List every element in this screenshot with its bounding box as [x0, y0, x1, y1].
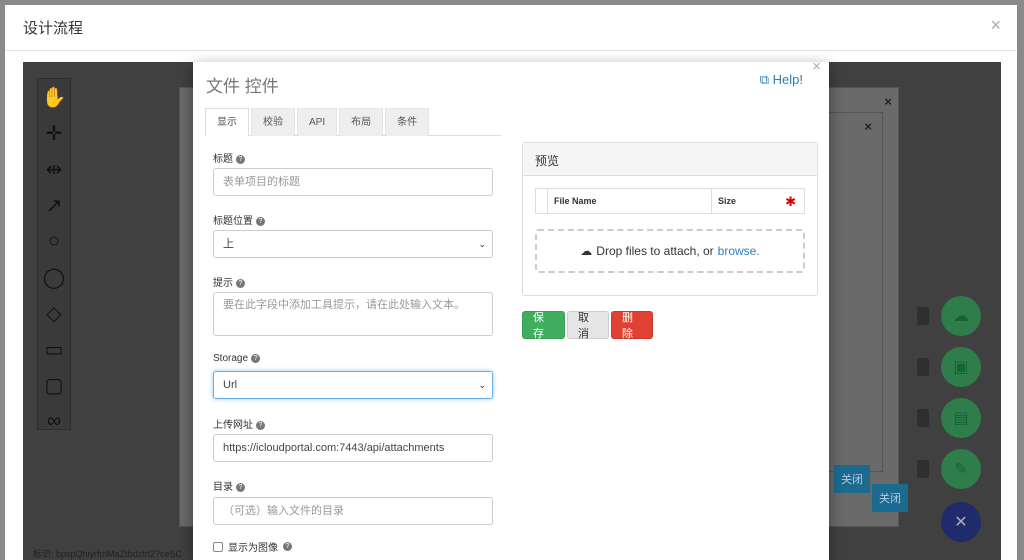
file-name-column: File Name: [548, 189, 712, 213]
side-handle: [917, 409, 929, 427]
title-position-label: 标题位置?: [213, 212, 265, 227]
upload-url-input[interactable]: https://icloudportal.com:7443/api/attach…: [213, 434, 493, 462]
dialog-title: 文件 控件: [206, 77, 279, 96]
connect-tool-icon[interactable]: ↗: [38, 187, 70, 223]
chevron-down-icon: ⌄: [478, 380, 486, 390]
help-icon[interactable]: ?: [236, 483, 245, 492]
dialog-close-icon[interactable]: ×: [812, 58, 821, 75]
background-close-button[interactable]: 关闭: [872, 484, 908, 512]
tab-api[interactable]: API: [297, 108, 338, 136]
help-link[interactable]: ⧉ Help!: [760, 72, 803, 88]
size-column: Size ✱: [718, 194, 796, 209]
subprocess-icon[interactable]: ▢: [38, 367, 70, 403]
drop-text: Drop files to attach, or: [596, 244, 714, 258]
tab-bar: 显示 校验 API 布局 条件: [205, 108, 501, 136]
tooltip-label: 提示?: [213, 274, 245, 289]
close-circle-icon[interactable]: ✕: [941, 502, 981, 542]
help-icon[interactable]: ?: [236, 155, 245, 164]
title-label: 标题?: [213, 150, 245, 165]
help-icon[interactable]: ?: [256, 421, 265, 430]
directory-input[interactable]: （可选）输入文件的目录: [213, 497, 493, 525]
outer-title: 设计流程: [23, 20, 84, 37]
tab-display[interactable]: 显示: [205, 108, 249, 136]
side-handle: [917, 307, 929, 325]
gateway-icon[interactable]: ◇: [38, 295, 70, 331]
link-icon[interactable]: ∞: [38, 403, 70, 439]
task-icon[interactable]: ▭: [38, 331, 70, 367]
tab-layout[interactable]: 布局: [339, 108, 384, 136]
background-inner-close-button[interactable]: 关闭: [834, 465, 870, 493]
cancel-button[interactable]: 取消: [567, 311, 609, 340]
help-icon[interactable]: ?: [256, 217, 265, 226]
tab-validation[interactable]: 校验: [251, 108, 295, 136]
save-icon[interactable]: ▣: [941, 347, 981, 387]
browse-link[interactable]: browse.: [718, 244, 760, 258]
preview-panel: 预览 File Name Size ✱ ☁ Drop files to attac…: [522, 142, 818, 296]
tab-conditions[interactable]: 条件: [385, 108, 430, 136]
start-event-icon[interactable]: ○: [38, 223, 70, 259]
external-link-icon: ⧉: [759, 72, 773, 87]
clipboard-icon[interactable]: ▤: [941, 398, 981, 438]
show-as-image-checkbox[interactable]: [213, 541, 223, 552]
storage-label: Storage?: [213, 353, 261, 364]
file-component-dialog: 文件 控件 ⧉ Help! × 显示 校验 API 布局 条件 标题? 表单项目…: [193, 58, 829, 560]
tooltip-textarea[interactable]: 要在此字段中添加工具提示，请在此处输入文本。: [213, 292, 493, 336]
side-handle: [917, 358, 929, 376]
preview-heading: 预览: [523, 143, 817, 176]
background-close-icon[interactable]: ×: [884, 94, 892, 109]
tool-palette: ✋ ✛ ⇹ ↗ ○ ◯ ◇ ▭ ▢ ∞: [37, 78, 71, 432]
end-event-icon[interactable]: ◯: [38, 259, 70, 295]
outer-header: 设计流程 ×: [5, 5, 1017, 51]
save-button[interactable]: 保存: [522, 311, 565, 340]
help-label: Help!: [772, 72, 803, 87]
file-table-header: File Name Size ✱: [535, 188, 805, 214]
hand-tool-icon[interactable]: ✋: [38, 79, 70, 115]
title-input[interactable]: 表单项目的标题: [213, 168, 493, 196]
chevron-down-icon: ⌄: [478, 239, 486, 249]
outer-close-icon[interactable]: ×: [990, 15, 1001, 36]
directory-label: 目录?: [213, 478, 245, 493]
lasso-tool-icon[interactable]: ✛: [38, 115, 70, 151]
storage-select[interactable]: Url ⌄: [213, 371, 493, 399]
show-as-image-row: 显示为图像 ?: [213, 539, 292, 554]
show-as-image-label: 显示为图像: [228, 543, 278, 554]
space-tool-icon[interactable]: ⇹: [38, 151, 70, 187]
help-icon[interactable]: ?: [251, 354, 261, 363]
delete-button[interactable]: 删除: [611, 311, 653, 340]
required-icon: ✱: [785, 194, 796, 209]
help-icon[interactable]: ?: [236, 279, 245, 288]
cloud-upload-icon: ☁: [580, 244, 593, 258]
upload-url-label: 上传网址?: [213, 416, 265, 431]
file-dropzone[interactable]: ☁ Drop files to attach, or browse.: [535, 229, 805, 273]
process-id: 标识: bpspQhiyrfmMaZtbdztrf2?ceSC: [33, 549, 183, 559]
side-handle: [917, 460, 929, 478]
title-position-select[interactable]: 上 ⌄: [213, 230, 493, 258]
help-icon[interactable]: ?: [283, 542, 292, 551]
upload-icon[interactable]: ☁: [941, 296, 981, 336]
edit-icon[interactable]: ✎: [941, 449, 981, 489]
background-inner-close-icon[interactable]: ×: [864, 119, 872, 134]
